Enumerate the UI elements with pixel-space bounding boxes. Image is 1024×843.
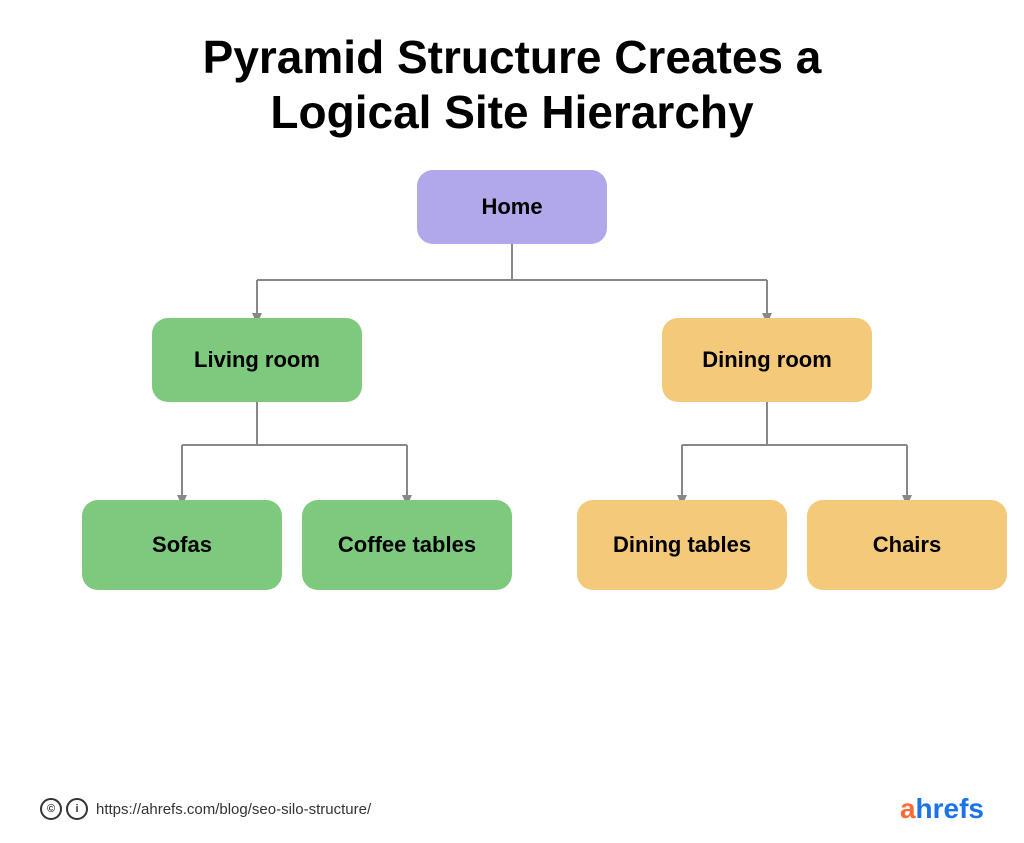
node-sofas: Sofas [82, 500, 282, 590]
node-chairs: Chairs [807, 500, 1007, 590]
ahrefs-brand: ahrefs [900, 793, 984, 825]
footer-icons: © i [40, 798, 88, 820]
ahrefs-logo-a: a [900, 793, 916, 824]
node-home: Home [417, 170, 607, 244]
footer: © i https://ahrefs.com/blog/seo-silo-str… [0, 793, 1024, 825]
ahrefs-logo-rest: hrefs [916, 793, 984, 824]
footer-url: https://ahrefs.com/blog/seo-silo-structu… [96, 801, 371, 818]
node-coffee-tables: Coffee tables [302, 500, 512, 590]
page-container: Pyramid Structure Creates a Logical Site… [0, 0, 1024, 843]
diagram: Home Living room Dining room Sofas Coffe… [52, 170, 972, 660]
node-dining-room: Dining room [662, 318, 872, 402]
footer-left: © i https://ahrefs.com/blog/seo-silo-str… [40, 798, 371, 820]
cc-icon: © [40, 798, 62, 820]
node-dining-tables: Dining tables [577, 500, 787, 590]
info-icon: i [66, 798, 88, 820]
node-living-room: Living room [152, 318, 362, 402]
page-title: Pyramid Structure Creates a Logical Site… [203, 30, 822, 140]
